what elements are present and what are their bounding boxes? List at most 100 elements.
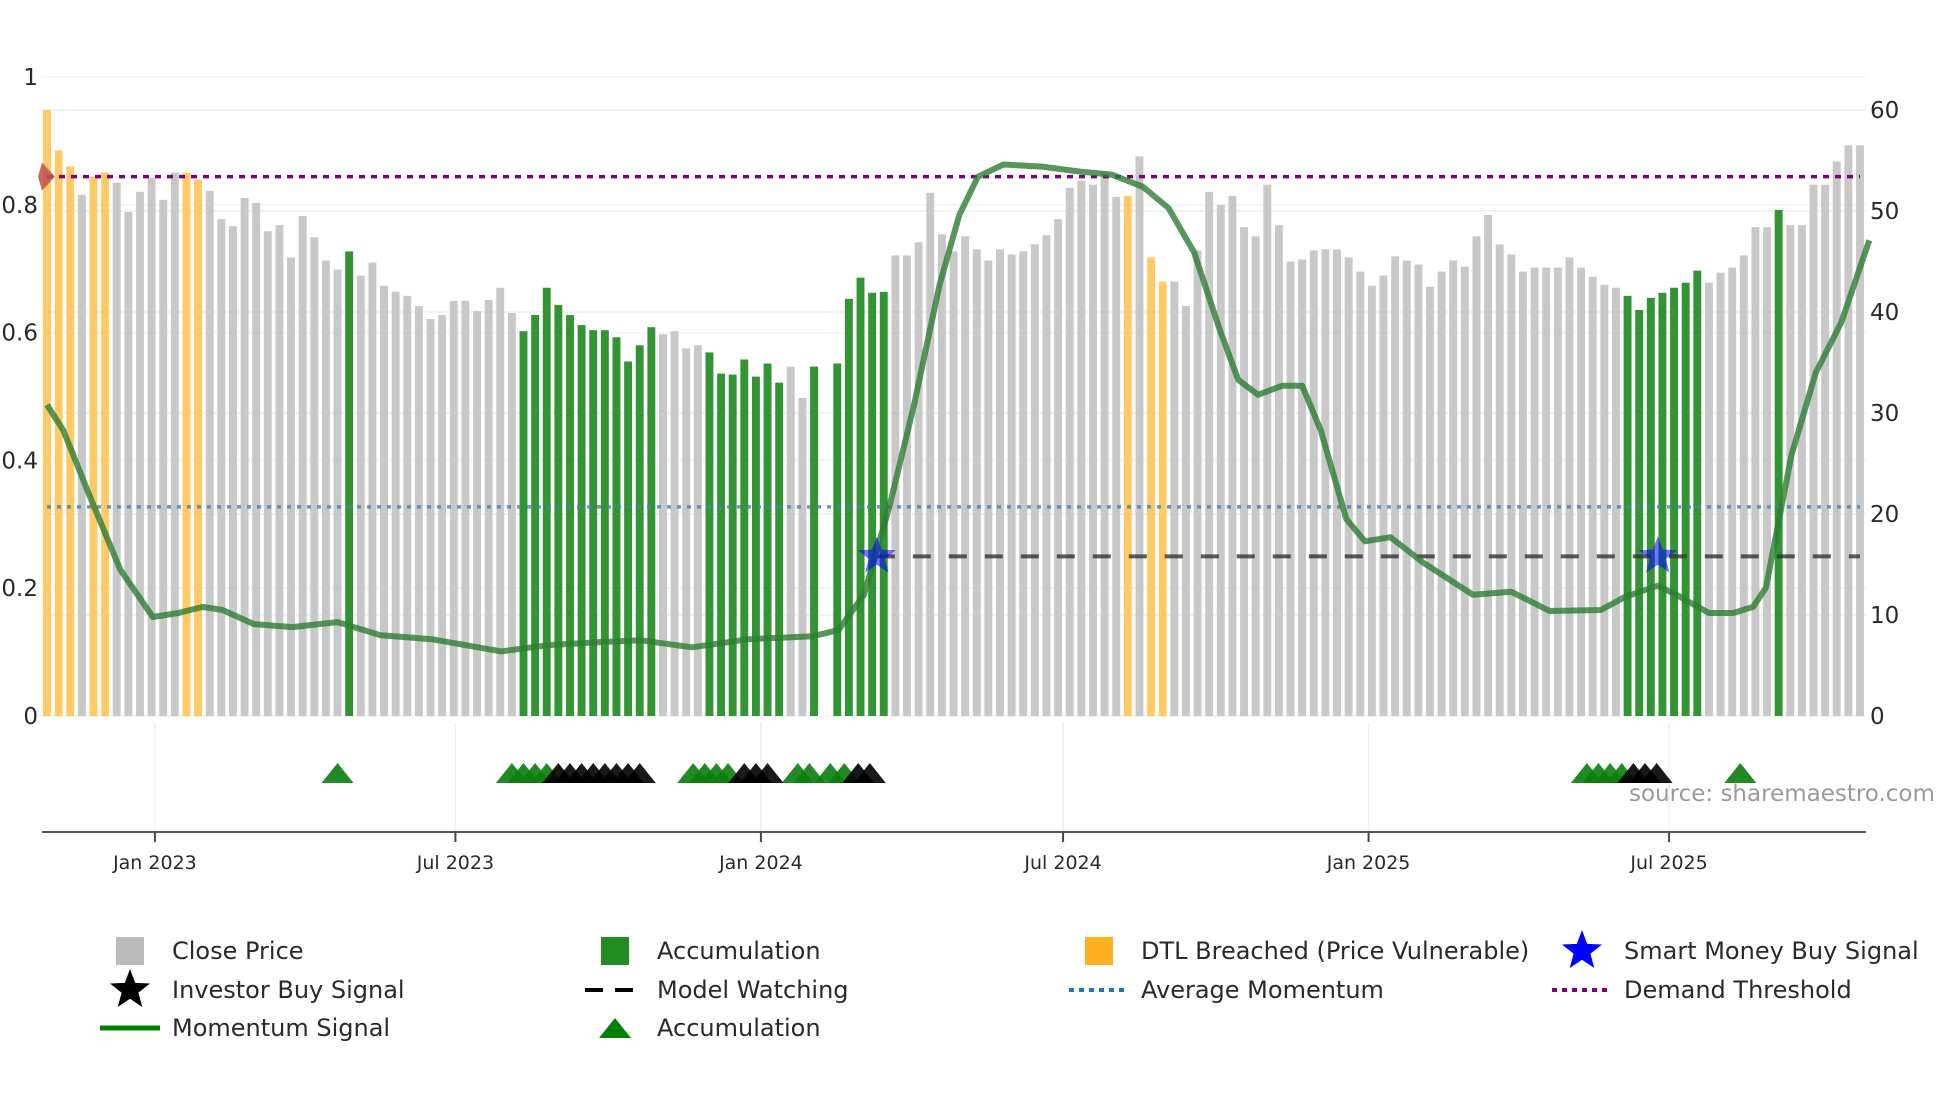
- accumulation-bar: [833, 363, 842, 716]
- accumulation-triangle: [1724, 763, 1757, 783]
- close-price-bar: [996, 249, 1004, 716]
- right-axis-label: 0: [1870, 704, 1885, 730]
- legend-square-icon: [601, 937, 629, 965]
- close-price-bar: [984, 260, 993, 716]
- accumulation-bar: [705, 352, 714, 716]
- close-price-bar: [240, 197, 249, 716]
- accumulation-bar: [763, 363, 772, 716]
- legend-star-icon: [110, 969, 150, 1007]
- close-price-bar: [426, 319, 435, 716]
- x-tick-label: Jul 2025: [1629, 852, 1707, 874]
- legend-item: Momentum Signal: [100, 1014, 390, 1042]
- close-price-bar: [1054, 219, 1063, 716]
- legend-item: Close Price: [116, 937, 304, 965]
- close-price-bar: [1530, 267, 1539, 716]
- left-axis-label: 0.4: [1, 448, 38, 474]
- close-price-bar: [1519, 271, 1527, 716]
- close-price-bar: [1414, 264, 1423, 716]
- legend-item: Accumulation: [601, 937, 821, 965]
- close-price-bar: [670, 331, 679, 716]
- accumulation-bar: [647, 327, 656, 716]
- accumulation-bar: [531, 315, 540, 716]
- close-price-bar: [949, 251, 958, 716]
- legend: Close Price Accumulation DTL Breached (Pri…: [100, 930, 1919, 1042]
- close-price-bar: [926, 192, 935, 716]
- close-price-bar: [380, 285, 388, 716]
- legend-label: Close Price: [172, 937, 304, 965]
- close-price-bar: [1112, 196, 1121, 717]
- accumulation-bar: [1658, 292, 1667, 716]
- close-price-bar: [1030, 244, 1039, 716]
- close-price-bar: [1577, 267, 1586, 716]
- accumulation-bar: [751, 376, 760, 716]
- close-price-bar: [77, 194, 86, 717]
- accumulation-bar: [717, 373, 726, 716]
- close-price-bar: [1170, 281, 1179, 716]
- close-price-bar: [1367, 285, 1376, 716]
- close-price-bar: [1402, 260, 1411, 716]
- right-axis-label: 10: [1870, 603, 1899, 629]
- source-label: source: sharemaestro.com: [1629, 781, 1935, 807]
- accumulation-bar: [519, 331, 528, 716]
- close-price-bar: [1089, 184, 1097, 717]
- x-tick-label: Jul 2024: [1023, 852, 1101, 874]
- close-price-bar: [1844, 145, 1853, 717]
- close-price-bar: [1426, 286, 1434, 716]
- dtl-breached-bar: [89, 176, 98, 716]
- close-price-bar: [682, 348, 691, 716]
- close-price-bar: [136, 191, 144, 716]
- x-tick-label: Jan 2023: [112, 852, 197, 874]
- accumulation-bar: [1670, 287, 1679, 716]
- close-price-bar: [275, 225, 284, 716]
- legend-label: Model Watching: [657, 976, 849, 1004]
- chart: Jan 2023 Jul 2023 Jan 2024 Jul 2024 Jan 2025…: [1, 65, 1935, 1042]
- legend-item: DTL Breached (Price Vulnerable): [1085, 937, 1529, 965]
- close-price-bar: [1321, 249, 1330, 716]
- right-axis-label: 60: [1870, 98, 1899, 124]
- close-price-bar: [124, 212, 133, 716]
- close-price-bar: [356, 275, 365, 716]
- accumulation-bar: [775, 382, 784, 716]
- left-axis-label: 0.6: [1, 321, 38, 347]
- close-price-bar: [961, 236, 970, 716]
- legend-square-icon: [116, 937, 144, 965]
- right-axis-label: 20: [1870, 502, 1899, 528]
- accumulation-bar: [345, 251, 354, 716]
- close-price-bar: [1460, 266, 1469, 716]
- close-price-bar: [786, 366, 795, 716]
- close-price-bar: [1728, 267, 1737, 716]
- dtl-breached-bar: [182, 172, 191, 716]
- accumulation-bar: [589, 330, 598, 716]
- accumulation-bar: [612, 337, 621, 716]
- legend-label: Accumulation: [657, 1014, 821, 1042]
- accumulation-bar: [856, 277, 865, 716]
- dtl-breached-bar: [194, 179, 203, 716]
- close-price-bar: [1274, 225, 1283, 716]
- x-tick-label: Jan 2024: [718, 852, 803, 874]
- close-price-bar: [1240, 227, 1248, 716]
- close-price-bar: [1495, 244, 1504, 716]
- close-price-bar: [1286, 261, 1295, 716]
- close-price-bar: [112, 182, 121, 717]
- close-price-bar: [333, 269, 342, 716]
- close-price-bar: [1100, 172, 1109, 716]
- accumulation-bar: [1774, 209, 1783, 717]
- close-price-bar: [1472, 236, 1481, 716]
- close-price-bar: [1356, 271, 1365, 716]
- accumulation-bar: [600, 330, 609, 716]
- close-price-bar: [1739, 255, 1748, 716]
- close-price-bar: [1042, 235, 1051, 717]
- close-price-bar: [1809, 184, 1818, 717]
- close-price-bar: [1565, 257, 1574, 716]
- close-price-bar: [1309, 250, 1318, 716]
- close-price-bar: [321, 260, 330, 716]
- close-price-bar: [1856, 145, 1864, 717]
- close-price-bar: [1542, 267, 1551, 716]
- close-price-bar: [170, 172, 179, 716]
- dtl-breached-bar: [1158, 281, 1167, 716]
- close-price-bar: [310, 237, 319, 716]
- legend-item: Average Momentum: [1069, 976, 1384, 1004]
- close-price-bar: [473, 310, 481, 716]
- close-price-bar: [438, 315, 447, 716]
- left-axis-label: 0.8: [1, 193, 38, 219]
